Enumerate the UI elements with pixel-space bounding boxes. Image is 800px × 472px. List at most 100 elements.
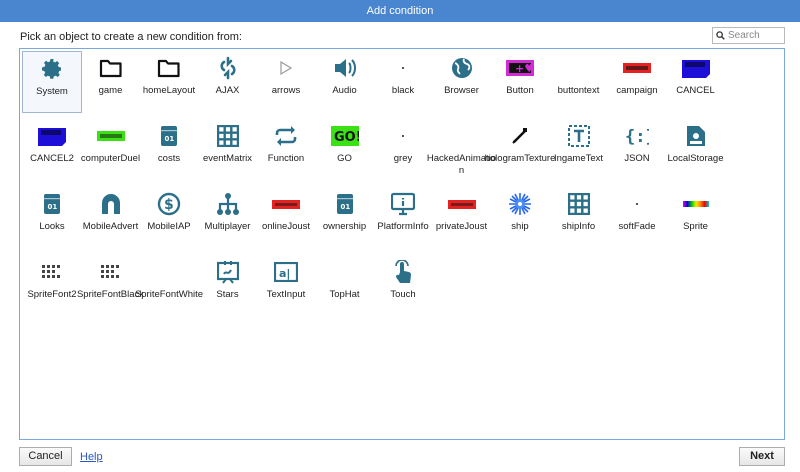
- ship-burst-icon: [490, 193, 550, 215]
- array-book-icon: 01: [22, 193, 82, 215]
- svg-text:$: $: [164, 197, 174, 213]
- object-tile-system[interactable]: System: [22, 51, 82, 113]
- object-tile-mobileadvert[interactable]: MobileAdvert: [81, 187, 141, 249]
- object-tile-computerduel[interactable]: computerDuel: [81, 119, 141, 181]
- svg-text:GO!: GO!: [334, 130, 359, 145]
- object-tile-ownership[interactable]: 01 ownership: [315, 187, 375, 249]
- go-sprite-icon: GO!: [315, 125, 375, 147]
- next-button[interactable]: Next: [739, 447, 785, 466]
- svg-text:{:}: {:}: [625, 127, 649, 146]
- folder-icon: [81, 57, 141, 79]
- blank-icon: [432, 125, 492, 147]
- dot-icon: [373, 57, 433, 79]
- ajax-icon: [198, 56, 258, 80]
- object-tile-platforminfo[interactable]: PlatformInfo: [373, 187, 433, 249]
- gear-icon: [23, 58, 81, 80]
- prompt-text: Pick an object to create a new condition…: [20, 31, 242, 43]
- red-banner-icon: [256, 193, 316, 215]
- grid-icon: [549, 193, 609, 215]
- object-tile-shipinfo[interactable]: shipInfo: [549, 187, 609, 249]
- object-tile-cancel[interactable]: CANCEL: [666, 51, 726, 113]
- object-tile-looks[interactable]: 01 Looks: [22, 187, 82, 249]
- object-tile-ingametext[interactable]: IngameText: [549, 119, 609, 181]
- object-tile-mobileiap[interactable]: $ MobileIAP: [139, 187, 199, 249]
- blank-icon: [315, 261, 375, 283]
- green-banner-icon: [81, 125, 141, 147]
- svg-text:01: 01: [48, 203, 58, 211]
- button-sprite-icon: +♥: [490, 57, 550, 79]
- svg-text:a|: a|: [279, 267, 290, 280]
- object-tile-button[interactable]: +♥ Button: [490, 51, 550, 113]
- json-braces-icon: {:}: [607, 125, 667, 147]
- search-icon: [716, 31, 725, 40]
- object-tile-function[interactable]: Function: [256, 119, 316, 181]
- svg-text:01: 01: [165, 135, 175, 143]
- sprite-font-icon: [22, 261, 82, 283]
- array-book-icon: 01: [315, 193, 375, 215]
- object-tile-localstorage[interactable]: LocalStorage: [666, 119, 726, 181]
- object-tile-softfade[interactable]: softFade: [607, 187, 667, 249]
- object-list-panel: System game homeLayout AJAX arrows Audio black…: [19, 48, 785, 440]
- object-tile-eventmatrix[interactable]: eventMatrix: [198, 119, 258, 181]
- local-storage-icon: [666, 125, 726, 147]
- globe-icon: [432, 57, 492, 79]
- blank-icon: [549, 57, 609, 79]
- cancel-sprite-icon: [666, 57, 726, 79]
- search-input[interactable]: [728, 30, 784, 41]
- object-tile-grey[interactable]: grey: [373, 119, 433, 181]
- dot-icon: [373, 125, 433, 147]
- play-triangle-icon: [256, 57, 316, 79]
- red-banner-icon: [432, 193, 492, 215]
- object-tile-spritefontblack[interactable]: SpriteFontBlack: [77, 255, 144, 317]
- search-box[interactable]: [712, 27, 785, 44]
- rainbow-sprite-icon: [666, 193, 726, 215]
- dot-icon: [607, 193, 667, 215]
- object-tile-touch[interactable]: Touch: [373, 255, 433, 317]
- cancel-button[interactable]: Cancel: [19, 447, 72, 466]
- object-tile-arrows[interactable]: arrows: [256, 51, 316, 113]
- object-tile-buttontext[interactable]: buttontext: [549, 51, 609, 113]
- object-tile-audio[interactable]: Audio: [315, 51, 375, 113]
- object-tile-stars[interactable]: Stars: [198, 255, 258, 317]
- object-tile-ajax[interactable]: AJAX: [198, 51, 258, 113]
- object-tile-privatejoust[interactable]: privateJoust: [432, 187, 492, 249]
- object-label: Touch: [390, 289, 416, 300]
- grid-icon: [198, 125, 258, 147]
- object-label: LocalStorage: [667, 153, 724, 164]
- object-tile-homelayout[interactable]: homeLayout: [139, 51, 199, 113]
- object-tile-black[interactable]: black: [373, 51, 433, 113]
- array-book-icon: 01: [139, 125, 199, 147]
- object-tile-go[interactable]: GO! GO: [315, 119, 375, 181]
- speaker-icon: [315, 57, 375, 79]
- dialog-title: Add condition: [366, 5, 434, 17]
- hologram-icon: [490, 125, 550, 147]
- object-tile-multiplayer[interactable]: Multiplayer: [198, 187, 258, 249]
- help-link[interactable]: Help: [80, 451, 103, 463]
- object-tile-json[interactable]: {:}JSON: [607, 119, 667, 181]
- campaign-sprite-icon: [607, 57, 667, 79]
- object-tile-costs[interactable]: 01 costs: [139, 119, 199, 181]
- object-tile-campaign[interactable]: campaign: [607, 51, 667, 113]
- object-tile-sprite[interactable]: Sprite: [666, 187, 726, 249]
- object-tile-tophat[interactable]: TopHat: [315, 255, 375, 317]
- object-tile-textinput[interactable]: a| TextInput: [256, 255, 316, 317]
- mobile-advert-icon: [81, 193, 141, 215]
- object-label: CANCEL: [676, 85, 715, 96]
- object-tile-hackedanimation[interactable]: HackedAnimation: [427, 119, 496, 181]
- cancel-sprite-icon: [22, 125, 82, 147]
- blank-icon: [139, 261, 199, 283]
- object-tile-onlinejoust[interactable]: onlineJoust: [256, 187, 316, 249]
- object-tile-game[interactable]: game: [81, 51, 141, 113]
- object-tile-browser[interactable]: Browser: [432, 51, 492, 113]
- object-tile-hologramtexture[interactable]: hologramTexture: [485, 119, 555, 181]
- repeat-arrows-icon: [256, 125, 316, 147]
- stars-icon: [198, 261, 258, 284]
- dollar-icon: $: [139, 192, 199, 216]
- object-tile-spritefontwhite[interactable]: SpriteFontWhite: [135, 255, 203, 317]
- object-label: Sprite: [683, 221, 708, 232]
- svg-text:+♥: +♥: [515, 62, 534, 75]
- object-tile-ship[interactable]: ship: [490, 187, 550, 249]
- sprite-font-icon: [81, 261, 141, 283]
- object-tile-spritefont2[interactable]: SpriteFont2: [22, 255, 82, 317]
- object-tile-cancel2[interactable]: CANCEL2: [22, 119, 82, 181]
